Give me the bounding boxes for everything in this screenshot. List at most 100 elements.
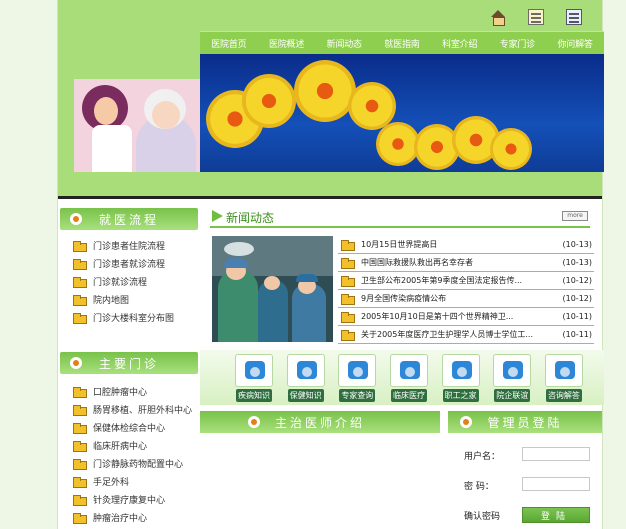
nav-item-news[interactable]: 新闻动态 (327, 37, 362, 50)
folder-icon (73, 404, 87, 416)
news-row-date: (10-13) (562, 240, 593, 249)
bullet-icon (70, 357, 82, 369)
clinic-item-label: 口腔肿瘤中心 (93, 387, 148, 398)
news-row[interactable]: 卫生部公布2005年第9季度全国法定报告传... (10-12) (338, 272, 594, 290)
quick-links-band: 疾病知识 保健知识 专家查询 临床医疗 职工之家 院企联谊 咨询解答 (200, 350, 604, 405)
admin-title-text: 管理员登陆 (487, 415, 563, 430)
news-row-title[interactable]: 9月全国传染病疫情公布 (361, 293, 550, 304)
arrow-icon (212, 210, 223, 222)
news-row[interactable]: 2005年10月10日是第十四个世界精神卫... (10-11) (338, 308, 594, 326)
nav-item-home[interactable]: 医院首页 (211, 37, 246, 50)
process-item[interactable]: 门诊患者就诊流程 (58, 254, 200, 272)
clinic-item-label: 肿瘤治疗中心 (93, 513, 148, 524)
process-title-text: 就医流程 (98, 212, 159, 227)
nav-item-experts[interactable]: 专家门诊 (500, 37, 535, 50)
quick-link-clinical[interactable]: 临床医疗 (389, 354, 429, 402)
quick-link-partners[interactable]: 院企联谊 (492, 354, 532, 402)
handshake-icon (493, 354, 532, 387)
news-header: 新闻动态 more (210, 206, 590, 228)
process-item-label: 门诊患者住院流程 (93, 241, 166, 252)
news-row-date: (10-12) (562, 294, 593, 303)
nav-item-overview[interactable]: 医院概述 (269, 37, 304, 50)
news-title: 新闻动态 (226, 211, 275, 225)
news-row-date: (10-13) (562, 258, 593, 267)
document-icon[interactable] (566, 9, 582, 25)
news-row[interactable]: 关于2005年度医疗卫生护理学人员博士学位工... (10-11) (338, 326, 594, 344)
process-list: 门诊患者住院流程 门诊患者就诊流程 门诊就诊流程 院内地图 门诊大楼科室分布图 (58, 236, 200, 326)
folder-icon (73, 422, 87, 434)
surgery-photo (212, 236, 333, 342)
clinics-title-text: 主要门诊 (98, 356, 159, 371)
news-row[interactable]: 10月15日世界提高日 (10-13) (338, 236, 594, 254)
news-row-title[interactable]: 10月15日世界提高日 (361, 239, 550, 250)
nav-item-faq[interactable]: 你问解答 (557, 37, 592, 50)
nav-item-departments[interactable]: 科室介绍 (442, 37, 477, 50)
folder-icon (73, 512, 87, 524)
folder-icon (73, 476, 87, 488)
nav-item-guide[interactable]: 就医指南 (384, 37, 419, 50)
clinics-list: 口腔肿瘤中心 肠胃移植、肝胆外科中心 保健体检综合中心 临床肝病中心 门诊静脉药… (58, 382, 200, 526)
clinic-item-label: 手足外科 (93, 477, 130, 488)
quick-link-experts[interactable]: 专家查询 (337, 354, 377, 402)
username-input[interactable] (522, 447, 590, 461)
process-item-label: 门诊患者就诊流程 (93, 259, 166, 270)
news-row-title[interactable]: 关于2005年度医疗卫生护理学人员博士学位工... (361, 329, 550, 340)
quick-link-health[interactable]: 保健知识 (286, 354, 326, 402)
folder-icon (341, 276, 355, 287)
main-content: 新闻动态 more 10月15日世界提高日 (10-13) 中国国际救援队救出再名… (200, 200, 604, 529)
left-sidebar: 就医流程 门诊患者住院流程 门诊患者就诊流程 门诊就诊流程 院内地图 门诊大楼科… (58, 200, 200, 529)
quick-links: 疾病知识 保健知识 专家查询 临床医疗 职工之家 院企联谊 咨询解答 (234, 354, 584, 402)
news-row-title[interactable]: 中国国际救援队救出再名幸存者 (361, 257, 550, 268)
process-item[interactable]: 门诊患者住院流程 (58, 236, 200, 254)
clinic-item[interactable]: 临床肝病中心 (58, 436, 200, 454)
folder-icon (286, 354, 325, 387)
quick-link-label: 职工之家 (442, 389, 479, 402)
clinic-item[interactable]: 手足外科 (58, 472, 200, 490)
process-item-label: 门诊大楼科室分布图 (93, 313, 175, 324)
clinic-item-label: 肠胃移植、肝胆外科中心 (93, 405, 193, 416)
news-row[interactable]: 中国国际救援队救出再名幸存者 (10-13) (338, 254, 594, 272)
page: 医院首页 医院概述 新闻动态 就医指南 科室介绍 专家门诊 你问解答 就医流程 … (57, 0, 604, 529)
clinic-item-label: 临床肝病中心 (93, 441, 148, 452)
admin-login-form: 用户名： 密 码： 确认密码 登陆 (448, 433, 604, 529)
clinic-item[interactable]: 口腔肿瘤中心 (58, 382, 200, 400)
login-button[interactable]: 登陆 (522, 507, 590, 523)
building-icon (235, 354, 273, 387)
folder-icon (73, 240, 87, 252)
folder-icon (341, 312, 355, 323)
bullet-icon (248, 416, 260, 428)
clinic-item[interactable]: 肠胃移植、肝胆外科中心 (58, 400, 200, 418)
clinic-item[interactable]: 门诊静脉药物配置中心 (58, 454, 200, 472)
note-icon[interactable] (528, 9, 544, 25)
password-input[interactable] (522, 477, 590, 491)
bullet-icon (70, 213, 82, 225)
clinic-item[interactable]: 针灸理疗康复中心 (58, 490, 200, 508)
folder-icon (341, 240, 355, 251)
process-item[interactable]: 门诊大楼科室分布图 (58, 308, 200, 326)
quick-link-label: 疾病知识 (236, 389, 272, 402)
clinic-item-label: 门诊静脉药物配置中心 (93, 459, 184, 470)
quick-link-label: 保健知识 (287, 389, 324, 402)
quick-link-staff[interactable]: 职工之家 (441, 354, 481, 402)
quick-link-label: 专家查询 (339, 389, 376, 402)
more-button[interactable]: more (562, 211, 588, 221)
news-row-title[interactable]: 2005年10月10日是第十四个世界精神卫... (361, 311, 550, 322)
clinic-item[interactable]: 肿瘤治疗中心 (58, 508, 200, 526)
quick-link-consult[interactable]: 咨询解答 (544, 354, 584, 402)
news-list: 10月15日世界提高日 (10-13) 中国国际救援队救出再名幸存者 (10-13)… (338, 236, 594, 344)
folder-icon (73, 494, 87, 506)
folder-icon (73, 294, 87, 306)
password-label: 密 码： (464, 482, 494, 492)
news-row[interactable]: 9月全国传染病疫情公布 (10-12) (338, 290, 594, 308)
bullet-icon (460, 416, 472, 428)
news-row-title[interactable]: 卫生部公布2005年第9季度全国法定报告传... (361, 275, 550, 286)
home-icon[interactable] (490, 9, 506, 26)
folder-icon (73, 386, 87, 398)
clinic-item[interactable]: 保健体检综合中心 (58, 418, 200, 436)
process-item[interactable]: 门诊就诊流程 (58, 272, 200, 290)
process-item[interactable]: 院内地图 (58, 290, 200, 308)
folder-icon (73, 458, 87, 470)
quick-link-disease[interactable]: 疾病知识 (234, 354, 274, 402)
username-label: 用户名： (464, 452, 501, 462)
quick-link-label: 临床医疗 (390, 389, 427, 402)
